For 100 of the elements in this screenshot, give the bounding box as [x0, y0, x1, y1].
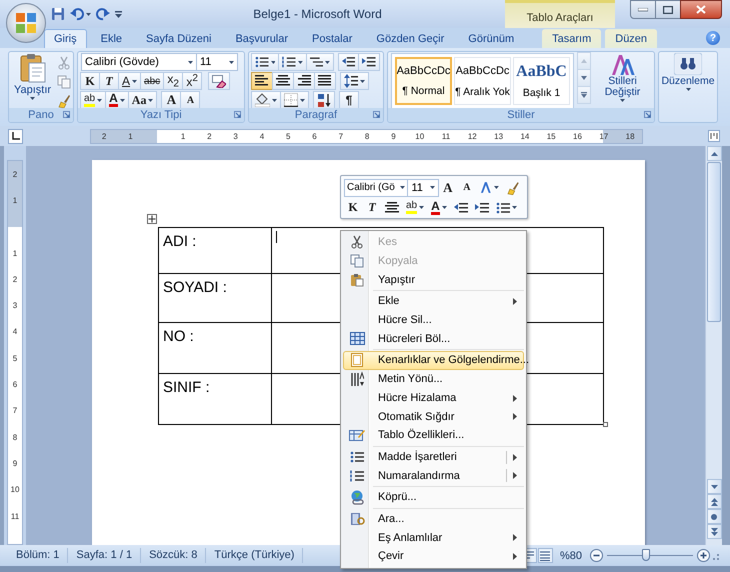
ruler-number: 11 — [10, 510, 20, 522]
menu-item[interactable]: Ara... — [343, 510, 524, 528]
style-tile[interactable]: AaBbCcDc ¶ Aralık Yok — [454, 57, 511, 105]
zoom-out-button[interactable] — [590, 549, 603, 562]
undo-button[interactable] — [69, 6, 92, 22]
status-item[interactable]: Sözcük: 8 — [141, 548, 206, 563]
paste-button[interactable]: Yapıştır — [12, 53, 54, 107]
scrollbar-thumb[interactable] — [707, 162, 721, 322]
menu-item[interactable]: Çevir — [343, 547, 524, 566]
ribbon-tab[interactable]: Görünüm — [458, 29, 524, 48]
ruler-number: 7 — [338, 130, 344, 142]
menu-item[interactable]: Madde İşaretleri — [343, 448, 524, 466]
status-item[interactable]: Bölüm: 1 — [8, 548, 68, 563]
zoom-in-button[interactable] — [697, 549, 710, 562]
numbering-button[interactable] — [278, 53, 307, 71]
shading-button[interactable] — [251, 91, 281, 109]
align-button[interactable] — [314, 72, 336, 90]
style-tile[interactable]: AaBbCcDc ¶ Normal — [395, 57, 452, 105]
redo-button[interactable] — [95, 6, 111, 22]
grow-font-button[interactable]: A — [161, 91, 182, 109]
ribbon-tab[interactable]: Düzen — [605, 29, 658, 48]
change-case-button[interactable]: Aa — [128, 91, 158, 109]
gallery-more-button[interactable] — [577, 86, 591, 104]
menu-item[interactable]: Tablo Özellikleri... — [343, 426, 524, 445]
office-button[interactable] — [6, 3, 46, 43]
multilevel-list-button[interactable] — [306, 53, 334, 71]
menu-item[interactable]: Köprü... — [343, 488, 524, 507]
align-button[interactable] — [251, 72, 273, 90]
status-item[interactable]: Sayfa: 1 / 1 — [68, 548, 142, 563]
bullets-button[interactable] — [251, 53, 280, 71]
menu-item[interactable]: Eş Anlamlılar — [343, 528, 524, 547]
zoom-level[interactable]: %80 — [560, 550, 582, 562]
increase-indent-button[interactable] — [358, 53, 380, 71]
highlight-button[interactable]: ab — [402, 198, 428, 217]
browse-object-button[interactable] — [706, 509, 722, 524]
minimize-button[interactable] — [630, 0, 656, 19]
bold-button[interactable]: K — [343, 198, 363, 217]
sort-button[interactable] — [313, 91, 335, 109]
menu-item[interactable]: Hücreleri Böl... — [343, 329, 524, 348]
format-painter-button[interactable] — [56, 93, 72, 109]
menu-item[interactable]: Yapıştır — [343, 270, 524, 290]
scroll-up-button[interactable] — [706, 146, 722, 161]
menu-item[interactable]: Hücre Sil... — [343, 310, 524, 330]
borders-button[interactable] — [280, 91, 309, 109]
dropdown-arrow-icon — [360, 80, 365, 82]
font-name-field[interactable]: Calibri (Gövde) — [81, 53, 197, 71]
menu-item[interactable]: Metin Yönü... — [343, 370, 524, 388]
highlight-button[interactable]: ab — [80, 91, 106, 109]
ribbon-tab[interactable]: Başvurular — [225, 29, 298, 48]
previous-page-button[interactable] — [706, 494, 722, 509]
menu-item[interactable]: Otomatik Sığdır — [343, 407, 524, 426]
draft-view-button[interactable] — [538, 548, 553, 563]
subscript-button[interactable]: x$_{2}$ — [163, 72, 184, 90]
align-button[interactable] — [293, 72, 315, 90]
gallery-down-button[interactable] — [577, 69, 591, 87]
clear-format-button[interactable] — [208, 72, 230, 90]
ribbon-tab[interactable]: Sayfa Düzeni — [136, 29, 222, 48]
italic-button[interactable]: T — [99, 72, 119, 90]
menu-item[interactable]: Ekle — [343, 292, 524, 311]
ribbon-tab[interactable]: Ekle — [90, 29, 132, 48]
tab-selector-button[interactable] — [8, 128, 23, 144]
ribbon-tab[interactable]: Gözden Geçir — [366, 29, 454, 48]
font-name-field[interactable]: Calibri (Gö — [344, 178, 408, 196]
font-size-field[interactable]: 11 — [196, 53, 238, 71]
align-button[interactable] — [272, 72, 294, 90]
ribbon-tab[interactable]: Tasarım — [542, 29, 602, 48]
menu-item[interactable]: Hücre Hizalama — [343, 388, 524, 408]
scroll-down-button[interactable] — [706, 479, 722, 494]
line-spacing-button[interactable] — [340, 72, 369, 90]
menu-item[interactable]: Numaralandırma — [343, 466, 524, 485]
save-button[interactable] — [50, 6, 66, 22]
show-marks-button[interactable]: ¶ — [339, 91, 359, 109]
zoom-slider[interactable] — [607, 549, 693, 562]
minus-icon — [590, 549, 603, 562]
shrink-font-button[interactable]: A — [180, 91, 200, 109]
change-styles-button[interactable]: Stilleri Değiştir — [594, 53, 651, 102]
zoom-slider-thumb[interactable] — [642, 549, 650, 561]
grow-font-button[interactable]: A — [438, 178, 458, 197]
close-button[interactable] — [680, 0, 722, 19]
superscript-button[interactable]: x$^{2}$ — [182, 72, 202, 90]
customize-toolbar-button[interactable] — [114, 10, 123, 18]
decrease-indent-button[interactable] — [338, 53, 360, 71]
ribbon-tab[interactable]: Giriş — [44, 29, 87, 48]
ribbon-tab[interactable]: Postalar — [302, 29, 362, 48]
ruler-number: 1 — [12, 248, 18, 260]
underline-button[interactable]: A — [118, 72, 142, 90]
shrink-font-button[interactable]: A — [456, 178, 477, 197]
strikethrough-button[interactable]: abc — [140, 72, 164, 90]
maximize-button[interactable] — [655, 0, 681, 19]
font-color-button[interactable]: A — [105, 91, 129, 109]
font-size-field[interactable]: 11 — [407, 178, 439, 196]
submenu-arrow-icon — [513, 298, 517, 306]
next-page-button[interactable] — [706, 524, 722, 539]
bold-button[interactable]: K — [80, 72, 100, 90]
dialog-launcher-icon — [644, 111, 651, 118]
italic-button[interactable]: T — [362, 198, 382, 217]
font-color-button[interactable]: A — [427, 198, 451, 217]
status-item[interactable]: Türkçe (Türkiye) — [206, 548, 304, 563]
style-tile[interactable]: AaBbC Başlık 1 — [513, 57, 570, 105]
ruler-number: 8 — [12, 432, 18, 444]
